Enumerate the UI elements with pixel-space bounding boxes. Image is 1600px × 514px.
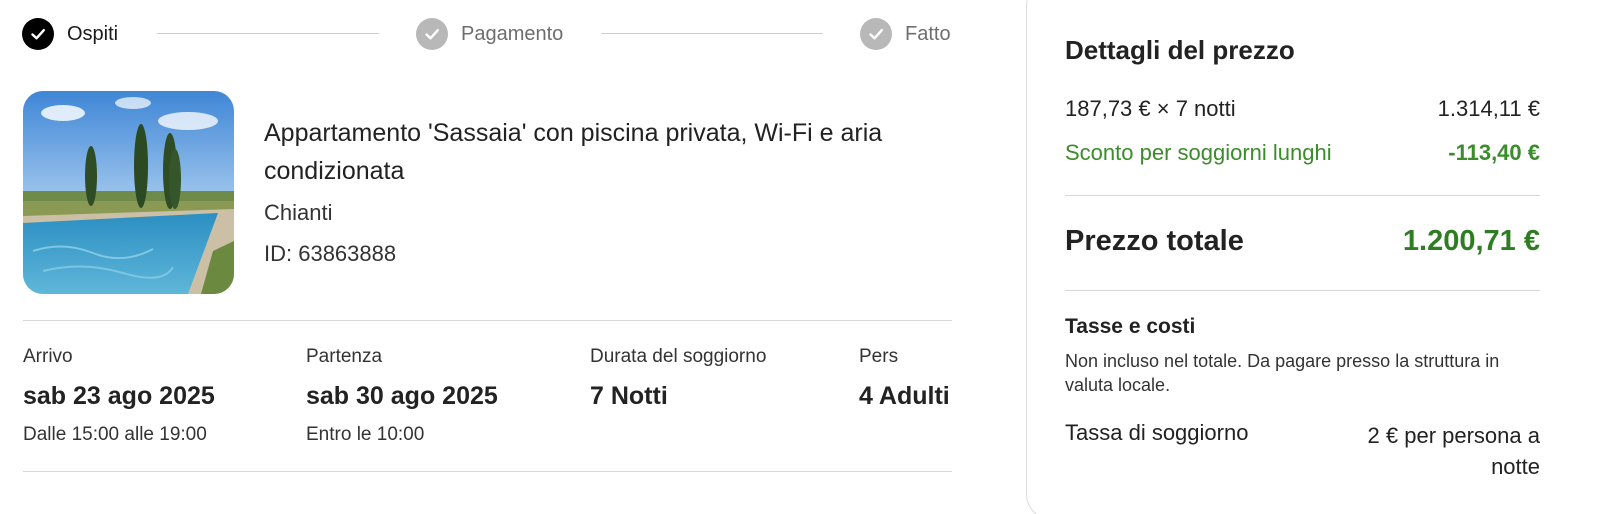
property-location: Chianti [264, 200, 333, 225]
checkout-label: Partenza [306, 346, 383, 367]
checkin-label: Arrivo [23, 346, 73, 367]
property-photo[interactable] [23, 91, 234, 294]
city-tax-amount: 2 € per persona a notte [1367, 423, 1540, 479]
discount-amount: -113,40 € [1448, 140, 1540, 165]
total-price-label: Prezzo totale [1065, 225, 1244, 257]
taxes-title: Tasse e costi [1065, 315, 1196, 338]
step-label: Fatto [905, 22, 951, 45]
guests-label: Pers [859, 346, 899, 367]
property-title: Appartamento 'Sassaia' con piscina priva… [264, 119, 883, 185]
base-price-amount: 1.314,11 € [1437, 96, 1540, 121]
base-price-label: 187,73 € × 7 notti [1065, 96, 1236, 121]
base-price-row: 187,73 € × 7 notti 1.314,11 € [1065, 96, 1540, 122]
check-icon [416, 18, 448, 50]
check-icon [22, 18, 54, 50]
discount-row: Sconto per soggiorni lunghi -113,40 € [1065, 140, 1540, 166]
property-id: ID: 63863888 [264, 241, 397, 266]
booking-page: Ospiti Pagamento Fatto Appartamento 'Sas… [0, 0, 1600, 514]
city-tax-label: Tassa di soggiorno [1065, 420, 1249, 445]
step-connector [157, 33, 379, 34]
total-price-row: Prezzo totale 1.200,71 € [1065, 225, 1540, 258]
check-icon [860, 18, 892, 50]
price-card-title: Dettagli del prezzo [1065, 35, 1295, 65]
step-fatto[interactable]: Fatto [860, 17, 951, 51]
divider [1065, 195, 1540, 196]
step-ospiti[interactable]: Ospiti [22, 17, 118, 51]
checkout-time: Entro le 10:00 [306, 424, 425, 445]
duration-info: Durata del soggiorno 7 Notti [590, 346, 766, 412]
guests-value: 4 Adulti [859, 382, 950, 410]
divider [1065, 290, 1540, 291]
booking-stepper: Ospiti Pagamento Fatto [22, 17, 972, 51]
step-pagamento[interactable]: Pagamento [416, 17, 563, 51]
divider [23, 471, 952, 472]
city-tax-row: Tassa di soggiorno 2 € per persona a not… [1065, 420, 1540, 482]
step-connector [601, 33, 823, 34]
step-label: Pagamento [461, 22, 564, 45]
checkin-info: Arrivo sab 23 ago 2025 Dalle 15:00 alle … [23, 346, 215, 446]
duration-value: 7 Notti [590, 382, 668, 410]
step-label: Ospiti [67, 22, 119, 45]
divider [23, 320, 952, 321]
duration-label: Durata del soggiorno [590, 346, 767, 367]
checkout-date: sab 30 ago 2025 [306, 382, 498, 410]
total-price-amount: 1.200,71 € [1402, 225, 1540, 257]
checkout-info: Partenza sab 30 ago 2025 Entro le 10:00 [306, 346, 498, 446]
taxes-note: Non incluso nel totale. Da pagare presso… [1065, 351, 1500, 395]
discount-label: Sconto per soggiorni lunghi [1065, 140, 1332, 165]
checkin-time: Dalle 15:00 alle 19:00 [23, 424, 207, 445]
checkin-date: sab 23 ago 2025 [23, 382, 215, 410]
guests-info: Pers 4 Adulti [859, 346, 950, 412]
